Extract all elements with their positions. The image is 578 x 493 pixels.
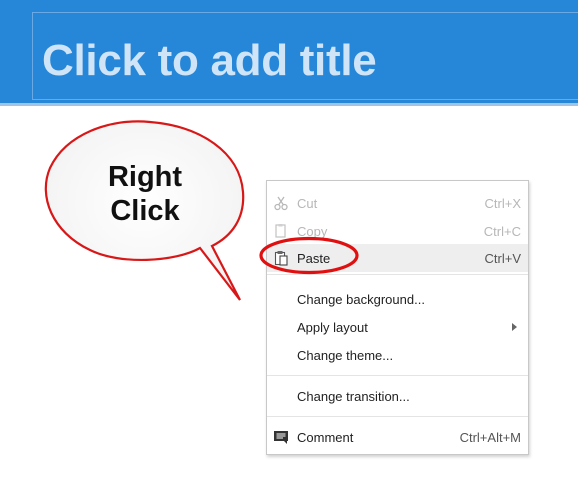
callout-line-1: Right [107, 161, 183, 193]
title-placeholder-text[interactable]: Click to add title [42, 36, 377, 86]
menu-item-label: Change background... [297, 292, 425, 307]
comment-icon [274, 431, 288, 444]
menu-item-cut[interactable]: Cut Ctrl+X [267, 189, 528, 217]
menu-separator [267, 375, 528, 376]
submenu-arrow-icon [512, 323, 517, 331]
menu-item-label: Cut [297, 196, 318, 211]
menu-item-label: Change theme... [297, 348, 394, 363]
menu-item-change-theme[interactable]: Change theme... [267, 341, 528, 369]
menu-item-change-background[interactable]: Change background... [267, 285, 528, 313]
context-menu: Cut Ctrl+X Copy Ctrl+C Paste Ctrl+V Chan… [266, 180, 529, 455]
menu-item-label: Change transition... [297, 389, 410, 404]
menu-item-shortcut: Ctrl+C [483, 224, 521, 239]
menu-item-label: Apply layout [297, 320, 368, 335]
menu-item-label: Comment [297, 430, 354, 445]
paste-icon [274, 251, 288, 266]
menu-item-change-transition[interactable]: Change transition... [267, 382, 528, 410]
menu-item-shortcut: Ctrl+V [484, 251, 521, 266]
menu-item-copy[interactable]: Copy Ctrl+C [267, 217, 528, 245]
scissors-icon [274, 196, 288, 211]
copy-icon [275, 224, 286, 238]
callout-line-2: Click [110, 195, 180, 227]
menu-separator [267, 416, 528, 417]
menu-item-apply-layout[interactable]: Apply layout [267, 313, 528, 341]
slide-title-band: Click to add title [0, 0, 578, 106]
menu-item-comment[interactable]: Comment Ctrl+Alt+M [267, 423, 528, 451]
menu-item-label: Paste [297, 251, 331, 266]
menu-item-label: Copy [297, 224, 328, 239]
menu-item-shortcut: Ctrl+Alt+M [459, 430, 521, 445]
menu-item-shortcut: Ctrl+X [484, 196, 521, 211]
menu-item-paste[interactable]: Paste Ctrl+V [267, 244, 528, 272]
menu-separator [267, 274, 528, 275]
callout-text: Right Click [70, 160, 220, 228]
